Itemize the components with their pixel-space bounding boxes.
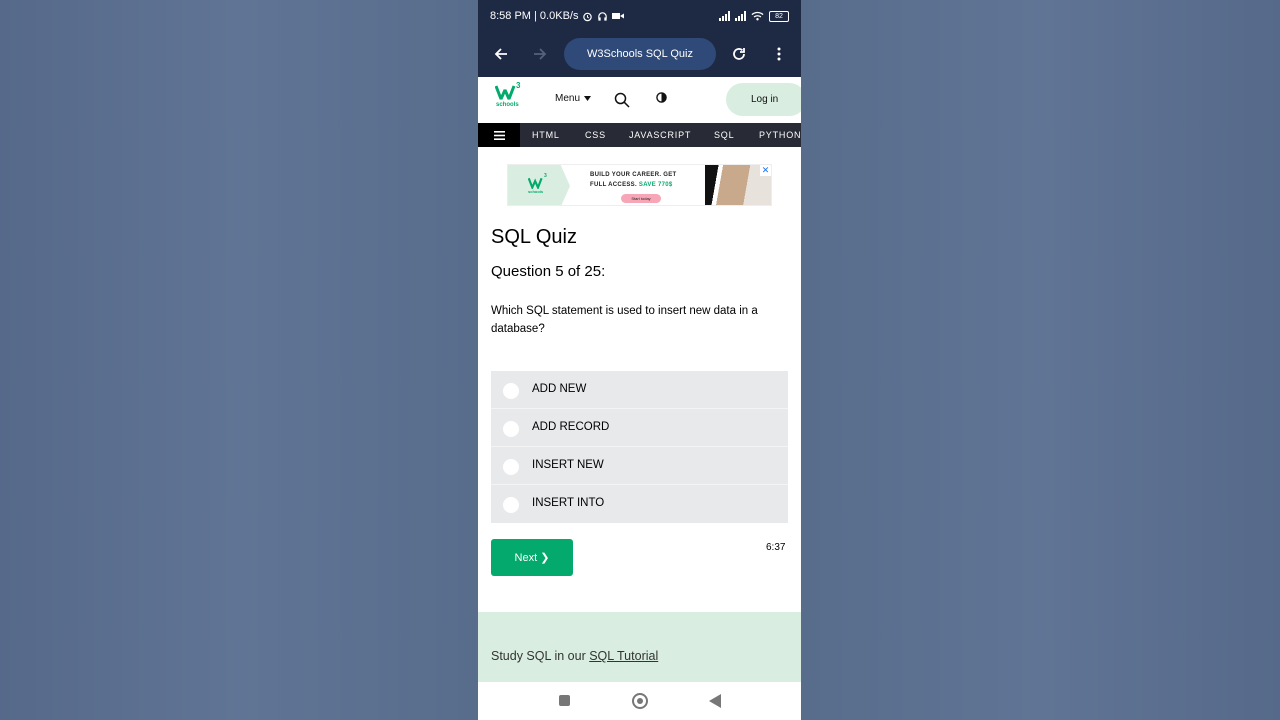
radio-button[interactable] (503, 421, 519, 437)
ad-close-icon[interactable]: ✕ (760, 165, 771, 176)
android-navigation-bar (478, 682, 801, 720)
answer-options: ADD NEW ADD RECORD INSERT NEW INSERT INT… (491, 371, 788, 523)
advertisement-banner[interactable]: 3 schools BUILD YOUR CAREER. GET FULL AC… (507, 164, 772, 206)
question-number: Question 5 of 25: (491, 263, 606, 280)
alarm-icon (583, 12, 593, 21)
search-icon[interactable] (614, 92, 630, 108)
signal-icon (735, 11, 746, 21)
tab-title: W3Schools SQL Quiz (587, 48, 693, 60)
radio-button[interactable] (503, 497, 519, 513)
headphones-icon (598, 11, 608, 21)
ad-logo-superscript: 3 (544, 173, 547, 179)
site-header: 3 schools Menu Log in (478, 77, 801, 123)
caret-down-icon (583, 95, 591, 101)
forward-arrow-icon[interactable] (529, 43, 551, 65)
study-banner: Study SQL in our SQL Tutorial (478, 612, 801, 682)
login-label: Log in (751, 94, 779, 105)
answer-option-label: ADD RECORD (532, 421, 610, 433)
ad-line2: FULL ACCESS. SAVE 770$ (590, 180, 677, 190)
logo-superscript: 3 (516, 81, 521, 90)
topnav-item-sql[interactable]: SQL (714, 130, 734, 140)
topnav-item-javascript[interactable]: JAVASCRIPT (629, 130, 691, 140)
next-button[interactable]: Next ❯ (491, 539, 573, 576)
question-text: Which SQL statement is used to insert ne… (491, 305, 758, 335)
reload-icon[interactable] (728, 43, 750, 65)
home-icon[interactable] (632, 693, 648, 709)
phone-screen: 8:58 PM | 0.0KB/s 82 W3Schools SQL Quiz (478, 0, 801, 720)
background-left (0, 0, 478, 720)
w3-logo-icon[interactable]: 3 schools (495, 81, 523, 113)
study-prefix: Study SQL in our (491, 649, 586, 663)
quiz-timer: 6:37 (766, 542, 786, 553)
topnav-item-html[interactable]: HTML (532, 130, 560, 140)
answer-option[interactable]: ADD RECORD (491, 409, 788, 447)
hamburger-icon[interactable] (478, 123, 520, 147)
topic-nav: HTML CSS JAVASCRIPT SQL PYTHON (478, 123, 801, 147)
wifi-icon (751, 11, 764, 21)
ad-line2-a: FULL ACCESS. (590, 182, 637, 188)
menu-label: Menu (555, 93, 581, 104)
contrast-icon[interactable] (656, 92, 667, 103)
menu-button[interactable]: Menu (555, 93, 591, 104)
back-arrow-icon[interactable] (490, 43, 512, 65)
battery-icon: 82 (769, 10, 789, 22)
study-text: Study SQL in our SQL Tutorial (491, 649, 658, 663)
sql-tutorial-link[interactable]: SQL Tutorial (589, 649, 658, 663)
page-title: SQL Quiz (491, 226, 577, 248)
ad-cta-button[interactable]: Start today (621, 194, 661, 203)
ad-line1: BUILD YOUR CAREER. GET (590, 172, 677, 178)
back-icon[interactable] (709, 694, 721, 708)
ad-logo: 3 schools (508, 165, 570, 205)
topnav-item-css[interactable]: CSS (585, 130, 606, 140)
status-bar: 8:58 PM | 0.0KB/s 82 (478, 0, 801, 32)
status-time-speed: 8:58 PM | 0.0KB/s (490, 10, 579, 22)
answer-option-label: INSERT INTO (532, 497, 605, 509)
login-button[interactable]: Log in (726, 83, 801, 116)
radio-button[interactable] (503, 383, 519, 399)
answer-option[interactable]: INSERT NEW (491, 447, 788, 485)
ad-line2-b: SAVE 770$ (638, 182, 673, 188)
more-vert-icon[interactable] (768, 43, 790, 65)
radio-button[interactable] (503, 459, 519, 475)
answer-option[interactable]: ADD NEW (491, 371, 788, 409)
ad-headline: BUILD YOUR CAREER. GET FULL ACCESS. SAVE… (590, 170, 677, 190)
answer-option-label: ADD NEW (532, 383, 587, 395)
recents-icon[interactable] (559, 695, 570, 706)
topnav-item-python[interactable]: PYTHON (759, 130, 801, 140)
video-icon (612, 13, 625, 19)
logo-text: schools (496, 102, 519, 108)
ad-logo-text: schools (528, 189, 544, 194)
url-bar[interactable]: W3Schools SQL Quiz (564, 38, 716, 70)
answer-option-label: INSERT NEW (532, 459, 604, 471)
background-right (801, 0, 1280, 720)
signal-icon (719, 11, 730, 21)
browser-toolbar: W3Schools SQL Quiz (478, 32, 801, 77)
answer-option[interactable]: INSERT INTO (491, 485, 788, 523)
